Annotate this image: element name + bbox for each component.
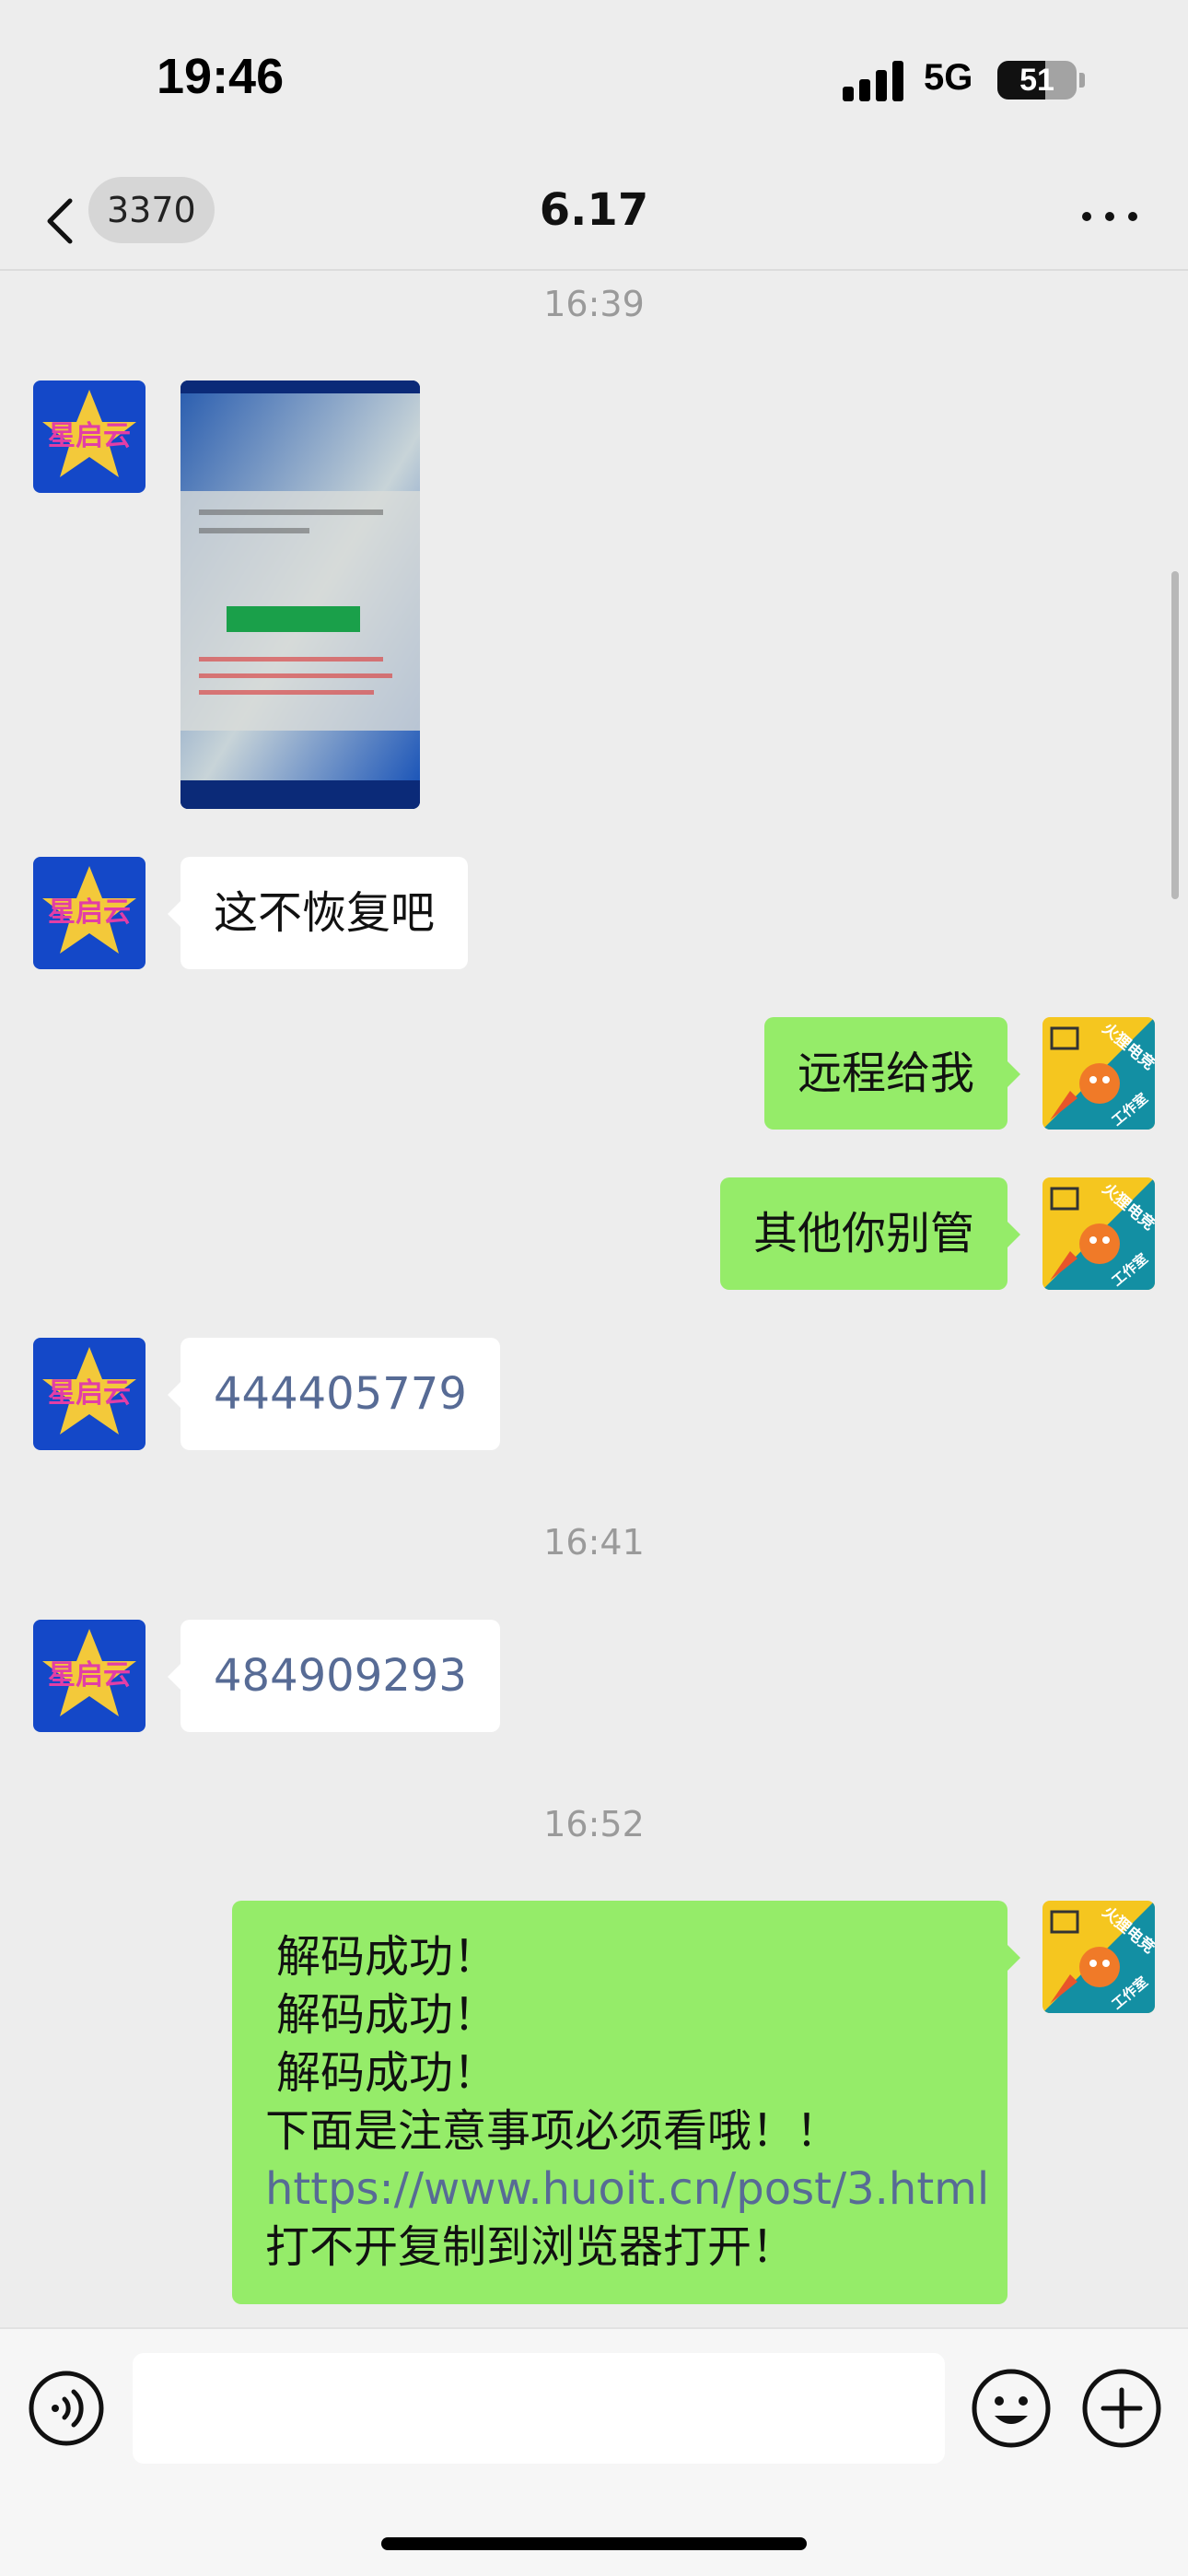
message-line: 解码成功！ xyxy=(276,1931,498,1983)
svg-text:星启云: 星启云 xyxy=(48,1377,131,1410)
ellipsis-icon[interactable] xyxy=(1077,203,1142,230)
contact-logo-icon: 星启云 xyxy=(33,1620,146,1732)
message-line: 打不开复制到浏览器打开！ xyxy=(265,2221,797,2273)
phone-number-link[interactable]: 444405779 xyxy=(214,1368,467,1420)
contact-avatar[interactable]: 星启云 xyxy=(33,857,146,969)
plus-icon[interactable] xyxy=(1081,2368,1162,2449)
message-bubble-incoming[interactable]: 484909293 xyxy=(168,1620,500,1732)
timestamp: 16:41 xyxy=(543,1522,645,1563)
self-avatar[interactable]: 火狸电竞 工作室 xyxy=(1042,1901,1155,2013)
svg-text:星启云: 星启云 xyxy=(48,420,131,452)
status-bar: 19:46 5G 51 xyxy=(0,0,1188,166)
battery-icon: 51 xyxy=(997,61,1077,100)
message-line: 解码成功！ xyxy=(276,2047,498,2099)
phone-number-link[interactable]: 484909293 xyxy=(214,1650,467,1702)
self-avatar[interactable]: 火狸电竞 工作室 xyxy=(1042,1177,1155,1290)
contact-avatar[interactable]: 星启云 xyxy=(33,1620,146,1732)
fox-logo-icon: 火狸电竞 工作室 xyxy=(1042,1177,1155,1290)
image-message[interactable] xyxy=(181,381,420,809)
message-bubble-outgoing[interactable]: 远程给我 xyxy=(763,1017,1021,1130)
battery-nub xyxy=(1079,73,1085,88)
message-bubble-outgoing[interactable]: 其他你别管 xyxy=(719,1177,1021,1290)
timestamp: 16:52 xyxy=(543,1804,645,1844)
timestamp: 16:39 xyxy=(543,284,645,324)
battery-level: 51 xyxy=(1019,63,1054,98)
message-bubble-incoming[interactable]: 这不恢复吧 xyxy=(167,857,469,969)
svg-text:星启云: 星启云 xyxy=(48,896,131,929)
chat-header: 3370 6.17 xyxy=(0,166,1188,271)
cellular-signal-icon xyxy=(843,61,903,101)
message-bubble-incoming[interactable]: 444405779 xyxy=(168,1338,500,1450)
contact-avatar[interactable]: 星启云 xyxy=(33,1338,146,1450)
message-line: 下面是注意事项必须看哦！！ xyxy=(265,2105,841,2157)
chat-title: 6.17 xyxy=(539,184,649,236)
message-link[interactable]: https://www.huoit.cn/post/3.html xyxy=(265,2160,989,2219)
voice-icon[interactable] xyxy=(28,2370,105,2447)
message-line: 解码成功！ xyxy=(276,1989,498,2041)
status-time: 19:46 xyxy=(157,49,285,104)
fox-logo-icon: 火狸电竞 工作室 xyxy=(1042,1017,1155,1130)
fox-logo-icon: 火狸电竞 工作室 xyxy=(1042,1901,1155,2013)
emoji-icon[interactable] xyxy=(971,2368,1052,2449)
network-type: 5G xyxy=(924,57,973,98)
message-input[interactable] xyxy=(133,2353,945,2464)
contact-logo-icon: 星启云 xyxy=(33,381,146,493)
photo-thumbnail-icon xyxy=(181,381,420,809)
home-indicator[interactable] xyxy=(381,2537,807,2550)
contact-logo-icon: 星启云 xyxy=(33,1338,146,1450)
contact-logo-icon: 星启云 xyxy=(33,857,146,969)
scrollbar[interactable] xyxy=(1171,571,1179,899)
message-bubble-outgoing[interactable]: 解码成功！ 解码成功！ 解码成功！ 下面是注意事项必须看哦！！ https://… xyxy=(232,1901,1020,2304)
svg-text:星启云: 星启云 xyxy=(48,1659,131,1692)
self-avatar[interactable]: 火狸电竞 工作室 xyxy=(1042,1017,1155,1130)
contact-avatar[interactable]: 星启云 xyxy=(33,381,146,493)
